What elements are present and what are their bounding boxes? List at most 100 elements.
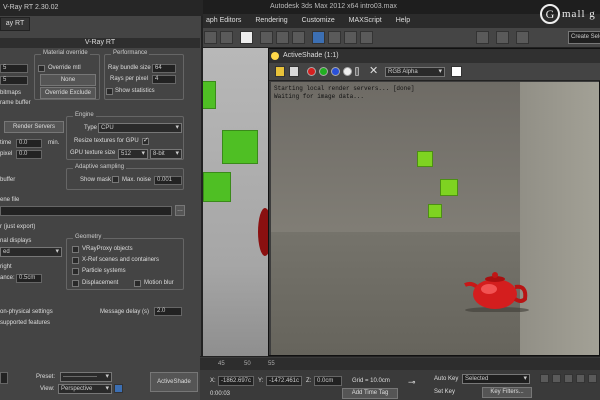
channel-select[interactable]: RGB Alpha	[385, 67, 445, 77]
watermark-glyph: G	[540, 4, 560, 24]
log-line: Waiting for image data...	[274, 93, 365, 100]
menu-help[interactable]: Help	[396, 14, 410, 28]
preset-select[interactable]: -----------------	[60, 372, 112, 382]
layer-icon[interactable]	[516, 31, 529, 44]
displays-select[interactable]: ed	[0, 247, 62, 257]
select-object-icon[interactable]	[204, 31, 217, 44]
motion-blur-checkbox[interactable]	[134, 280, 141, 287]
spinner-snap-icon[interactable]	[360, 31, 373, 44]
menu-graph-editors[interactable]: aph Editors	[206, 14, 241, 28]
percent-snap-icon[interactable]	[344, 31, 357, 44]
engine-type-select[interactable]: CPU	[98, 123, 182, 133]
buffer-label: buffer	[0, 177, 16, 183]
distance-label: ance:	[0, 275, 15, 281]
x-coordinate-field[interactable]: -1862.697c	[218, 376, 254, 386]
snap-toggle-icon[interactable]	[312, 31, 325, 44]
max-noise-field[interactable]: 0.001	[154, 176, 182, 185]
view-select[interactable]: Perspective	[58, 384, 112, 394]
go-to-end-icon[interactable]	[588, 374, 597, 383]
override-mtl-checkbox[interactable]	[38, 65, 45, 72]
displacement-checkbox[interactable]	[72, 280, 79, 287]
tab-vray-rt[interactable]: ay RT	[0, 17, 30, 31]
override-exclude-button[interactable]: Override Exclude	[40, 87, 96, 99]
scale-icon[interactable]	[292, 31, 305, 44]
left-value-field[interactable]: 5	[0, 64, 28, 73]
mono-channel-icon[interactable]	[355, 67, 359, 76]
x-label: X:	[210, 378, 216, 384]
color-swatch-icon[interactable]	[451, 66, 462, 77]
left-value-field[interactable]: 5	[0, 76, 28, 85]
green-channel-icon[interactable]	[319, 67, 328, 76]
vray-rollout-header[interactable]: V-Ray RT	[0, 38, 200, 48]
pixel-field[interactable]: 0.0	[16, 150, 42, 159]
key-icon[interactable]: ⊸	[408, 377, 416, 388]
render-log: Starting local render servers... [done] …	[274, 85, 414, 101]
ray-bundle-field[interactable]: 64	[152, 64, 176, 73]
set-key-label[interactable]: Set Key	[434, 389, 455, 395]
scene-file-field[interactable]	[0, 206, 172, 216]
watermark-text: mall g	[562, 8, 596, 20]
tick-label: 45	[218, 361, 225, 367]
next-frame-icon[interactable]	[576, 374, 585, 383]
partial-field[interactable]	[0, 372, 8, 384]
previous-frame-icon[interactable]	[552, 374, 561, 383]
render-cube	[417, 151, 433, 167]
resize-textures-label: Resize textures for GPU	[74, 138, 139, 144]
just-export-label: r (just export)	[0, 224, 36, 230]
render-servers-button[interactable]: Render Servers	[4, 121, 64, 133]
supported-features-label: supported features	[0, 320, 51, 326]
menu-rendering[interactable]: Rendering	[255, 14, 287, 28]
rotate-icon[interactable]	[276, 31, 289, 44]
clear-icon[interactable]: ✕	[369, 64, 378, 77]
distance-field[interactable]: 0.5cm	[16, 274, 42, 283]
activeshade-button[interactable]: ActiveShade	[150, 372, 198, 392]
copy-image-icon[interactable]	[289, 66, 299, 77]
teapot-icon	[271, 52, 279, 60]
window-crossing-icon[interactable]	[240, 31, 253, 44]
mirror-icon[interactable]	[476, 31, 489, 44]
message-delay-field[interactable]: 2.0	[154, 307, 182, 316]
lock-view-icon[interactable]	[114, 384, 123, 393]
gpu-texture-size-select[interactable]: 512	[118, 149, 148, 159]
particle-checkbox[interactable]	[72, 268, 79, 275]
resize-textures-checkbox[interactable]	[142, 136, 149, 145]
vrayproxy-checkbox[interactable]	[72, 246, 79, 253]
red-channel-icon[interactable]	[307, 67, 316, 76]
rays-per-pixel-field[interactable]: 4	[152, 75, 176, 84]
override-mtl-label: Override mtl	[48, 65, 81, 71]
render-canvas[interactable]: Starting local render servers... [done] …	[271, 82, 599, 355]
play-icon[interactable]	[564, 374, 573, 383]
motion-blur-label: Motion blur	[144, 280, 174, 286]
save-image-icon[interactable]	[275, 66, 285, 77]
select-region-icon[interactable]	[220, 31, 233, 44]
menu-customize[interactable]: Customize	[302, 14, 335, 28]
browse-button[interactable]: …	[175, 205, 185, 216]
engine-type-label: Type	[84, 125, 98, 131]
auto-key-label[interactable]: Auto Key	[434, 376, 458, 382]
render-teapot	[464, 272, 529, 312]
add-time-tag-button[interactable]: Add Time Tag	[342, 388, 398, 399]
max-title-text: Autodesk 3ds Max 2012 x64 intro03.max	[270, 3, 397, 10]
material-none-button[interactable]: None	[40, 74, 96, 86]
key-mode-select[interactable]: Selected	[462, 374, 530, 384]
align-icon[interactable]	[496, 31, 509, 44]
show-mask-checkbox[interactable]	[112, 176, 119, 183]
time-field[interactable]: 0.0	[16, 139, 42, 148]
y-coordinate-field[interactable]: -1472.461c	[266, 376, 302, 386]
perspective-viewport[interactable]	[200, 48, 275, 358]
show-mask-label: Show mask	[80, 177, 112, 183]
angle-snap-icon[interactable]	[328, 31, 341, 44]
vray-title: V-Ray RT 2.30.02	[0, 0, 203, 16]
render-side-wall	[520, 82, 599, 355]
timeline-ruler[interactable]: 45 50 55	[200, 358, 600, 370]
xref-checkbox[interactable]	[72, 257, 79, 264]
gpu-bit-select[interactable]: 8-bit	[150, 149, 182, 159]
go-to-start-icon[interactable]	[540, 374, 549, 383]
key-filters-button[interactable]: Key Filters...	[482, 387, 532, 398]
menu-maxscript[interactable]: MAXScript	[349, 14, 382, 28]
z-coordinate-field[interactable]: 0.0cm	[314, 376, 342, 386]
blue-channel-icon[interactable]	[331, 67, 340, 76]
alpha-channel-icon[interactable]	[343, 67, 352, 76]
move-icon[interactable]	[260, 31, 273, 44]
show-statistics-checkbox[interactable]	[106, 88, 113, 95]
